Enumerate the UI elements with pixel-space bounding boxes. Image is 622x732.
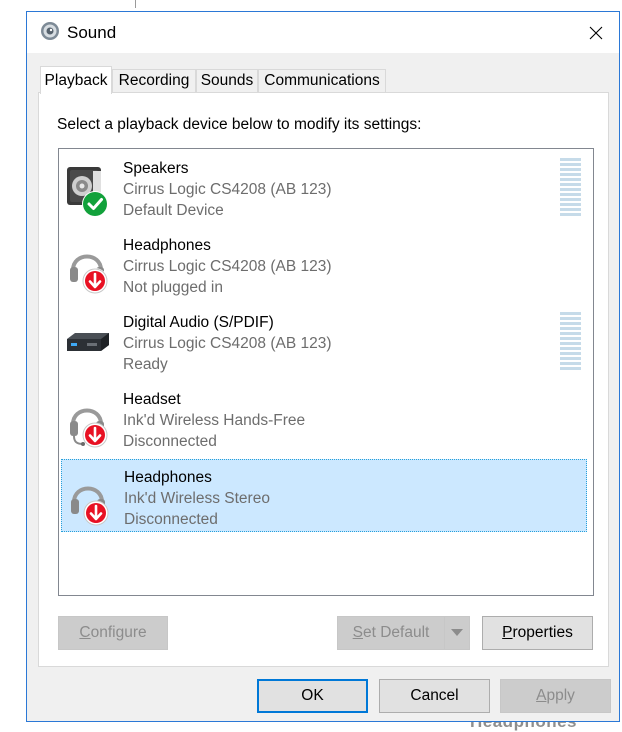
tab-communications[interactable]: Communications bbox=[258, 69, 386, 92]
background-divider bbox=[135, 0, 136, 8]
device-status: Disconnected bbox=[123, 433, 217, 450]
button-label: roperties bbox=[512, 624, 573, 641]
tab-label: Sounds bbox=[200, 72, 254, 89]
window-title: Sound bbox=[67, 23, 117, 42]
chevron-down-icon bbox=[451, 629, 463, 636]
headphones-icon bbox=[70, 254, 108, 294]
device-description: Cirrus Logic CS4208 (AB 123) bbox=[123, 258, 332, 275]
instruction-text: Select a playback device below to modify… bbox=[57, 116, 422, 133]
device-item-speakers[interactable]: Speakers Cirrus Logic CS4208 (AB 123) De… bbox=[61, 151, 587, 224]
device-item-headphones-wireless[interactable]: Headphones Ink'd Wireless Stereo Disconn… bbox=[61, 459, 587, 532]
tab-label: Communications bbox=[264, 72, 380, 89]
title-bar: Sound bbox=[27, 12, 619, 53]
button-label: Cancel bbox=[410, 687, 459, 704]
button-mnemonic: A bbox=[536, 687, 547, 704]
tab-label: Playback bbox=[44, 71, 108, 89]
set-default-button[interactable]: Set Default bbox=[337, 616, 445, 650]
tab-sounds[interactable]: Sounds bbox=[196, 69, 258, 92]
button-mnemonic: P bbox=[502, 624, 513, 641]
button-label: pply bbox=[546, 687, 575, 704]
headphones-icon bbox=[71, 486, 109, 526]
device-name: Headset bbox=[123, 391, 181, 408]
device-item-digital-audio[interactable]: Digital Audio (S/PDIF) Cirrus Logic CS42… bbox=[61, 305, 587, 378]
tab-recording[interactable]: Recording bbox=[112, 69, 196, 92]
headset-icon bbox=[70, 408, 108, 448]
cancel-button[interactable]: Cancel bbox=[379, 679, 490, 713]
device-status: Ready bbox=[123, 356, 168, 373]
configure-button[interactable]: Configure bbox=[58, 616, 168, 650]
device-item-headset[interactable]: Headset Ink'd Wireless Hands-Free Discon… bbox=[61, 382, 587, 455]
button-label: OK bbox=[301, 687, 324, 704]
button-mnemonic: C bbox=[79, 624, 91, 641]
tab-label: Recording bbox=[118, 72, 190, 89]
device-name: Digital Audio (S/PDIF) bbox=[123, 314, 274, 331]
playback-panel: Select a playback device below to modify… bbox=[38, 92, 609, 667]
device-status: Disconnected bbox=[124, 511, 218, 528]
speaker-icon bbox=[67, 167, 108, 217]
device-name: Headphones bbox=[124, 469, 212, 486]
device-description: Cirrus Logic CS4208 (AB 123) bbox=[123, 181, 332, 198]
device-description: Ink'd Wireless Hands-Free bbox=[123, 412, 306, 429]
tab-playback[interactable]: Playback bbox=[40, 66, 112, 94]
speaker-app-icon bbox=[41, 22, 59, 40]
device-status: Not plugged in bbox=[123, 279, 223, 296]
properties-button[interactable]: Properties bbox=[482, 616, 593, 650]
button-label: onfigure bbox=[90, 624, 147, 641]
device-description: Ink'd Wireless Stereo bbox=[124, 490, 270, 507]
button-label: et Default bbox=[362, 624, 430, 641]
apply-button[interactable]: Apply bbox=[500, 679, 611, 713]
sound-dialog: Sound Playback Recording Sounds Communic… bbox=[26, 11, 620, 722]
device-name: Speakers bbox=[123, 160, 189, 177]
device-name: Headphones bbox=[123, 237, 211, 254]
device-list[interactable]: Speakers Cirrus Logic CS4208 (AB 123) De… bbox=[58, 148, 594, 596]
device-description: Cirrus Logic CS4208 (AB 123) bbox=[123, 335, 332, 352]
button-mnemonic: S bbox=[352, 624, 363, 641]
ok-button[interactable]: OK bbox=[257, 679, 368, 713]
device-status: Default Device bbox=[123, 202, 224, 219]
device-item-headphones[interactable]: Headphones Cirrus Logic CS4208 (AB 123) … bbox=[61, 228, 587, 301]
set-default-dropdown[interactable] bbox=[444, 616, 470, 650]
close-icon bbox=[589, 26, 603, 39]
digital-audio-icon bbox=[67, 333, 109, 351]
close-button[interactable] bbox=[573, 12, 619, 53]
volume-meter bbox=[560, 158, 581, 218]
volume-meter bbox=[560, 312, 581, 372]
